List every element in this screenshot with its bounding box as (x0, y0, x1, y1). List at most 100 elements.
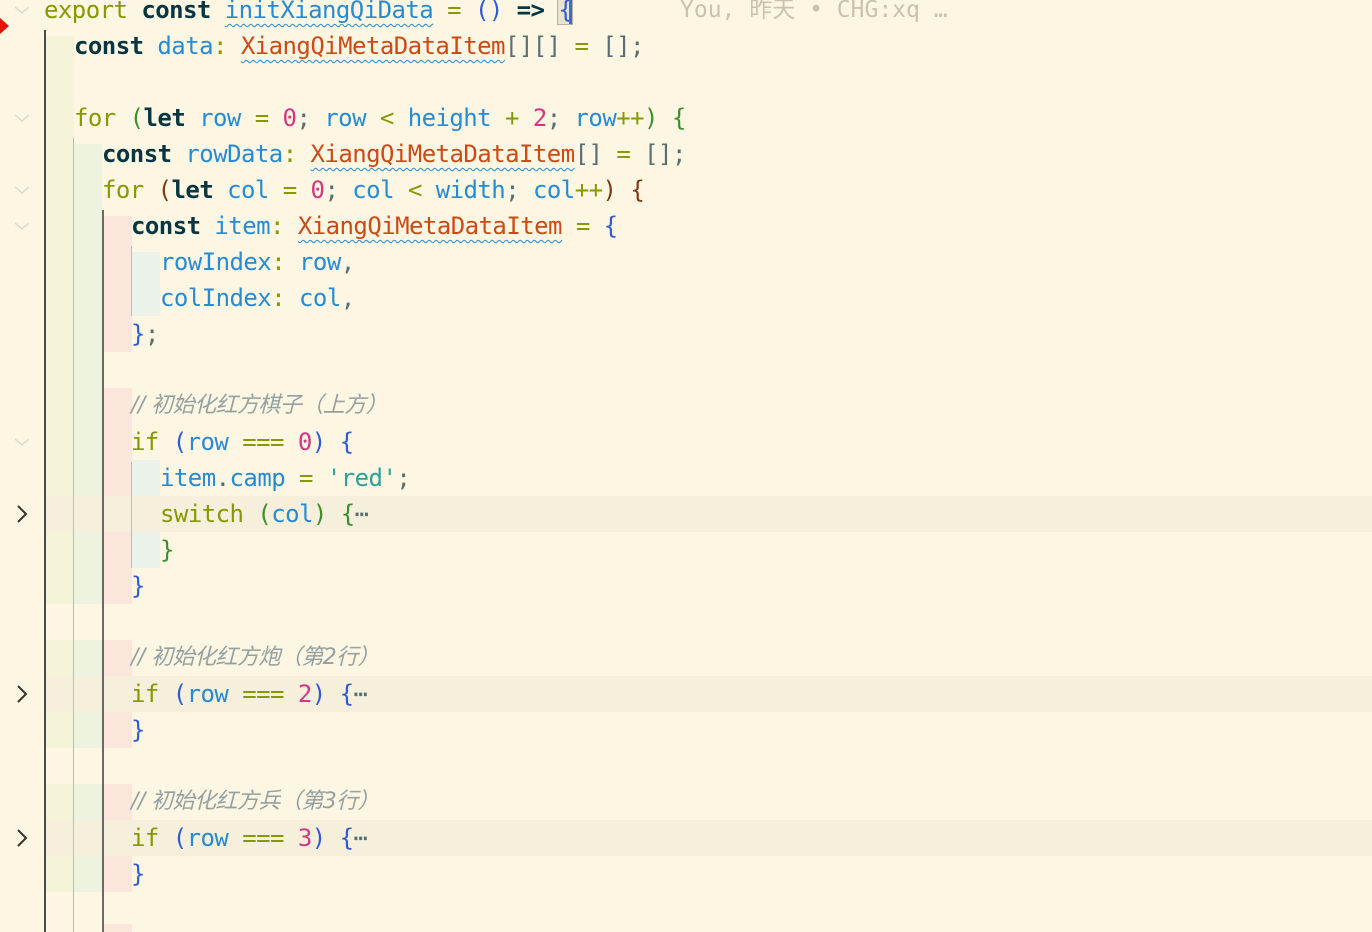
token: colIndex (160, 284, 272, 312)
token: ) (644, 104, 658, 132)
chevron-right-icon[interactable] (8, 676, 36, 712)
code-text: } (131, 712, 145, 748)
token: rowIndex (160, 248, 272, 276)
token: let (171, 176, 214, 204)
code-line-24[interactable]: if (row === 3) {⋯ (0, 820, 1372, 856)
token: { (671, 104, 686, 132)
code-line-2[interactable]: const data: XiangQiMetaDataItem[][] = []… (0, 28, 1372, 64)
code-line-9[interactable]: colIndex: col, (0, 280, 1372, 316)
code-line-21[interactable]: } (0, 712, 1372, 748)
code-line-15[interactable]: switch (col) {⋯ (0, 496, 1372, 532)
token: row (186, 428, 229, 456)
code-line-4[interactable]: for (let row = 0; row < height + 2; row+… (0, 100, 1372, 136)
code-line-20[interactable]: if (row === 2) {⋯ (0, 676, 1372, 712)
token: const (102, 140, 172, 168)
token: camp (229, 464, 286, 492)
code-text: for (let row = 0; row < height + 2; row+… (74, 100, 686, 136)
code-line-10[interactable]: }; (0, 316, 1372, 352)
code-line-6[interactable]: for (let col = 0; col < width; col++) { (0, 172, 1372, 208)
token: ; (144, 320, 159, 348)
token: row (574, 104, 617, 132)
token: < (407, 176, 422, 204)
code-line-19[interactable]: // 初始化红方炮（第2行） (0, 640, 1372, 676)
token: 0 (282, 104, 297, 132)
code-text: colIndex: col, (160, 280, 355, 316)
git-blame-annotation[interactable]: You, 昨天 • CHG:xq … (680, 0, 948, 28)
code-text: } (131, 856, 145, 892)
token: ( (257, 500, 272, 528)
token: } (131, 320, 145, 348)
token: for (102, 176, 144, 204)
code-line-23[interactable]: // 初始化红方兵（第3行） (0, 784, 1372, 820)
gutter (0, 208, 44, 244)
token: switch (160, 500, 244, 528)
token: const (131, 212, 201, 240)
code-text: const rowData: XiangQiMetaDataItem[] = [… (102, 136, 686, 172)
token: , (340, 248, 355, 276)
token: { (603, 212, 618, 240)
code-line-5[interactable]: const rowData: XiangQiMetaDataItem[] = [… (0, 136, 1372, 172)
code-line-17[interactable]: } (0, 568, 1372, 604)
type-name: XiangQiMetaDataItem (240, 32, 506, 60)
token: if (131, 428, 159, 456)
code-text: }; (131, 316, 159, 352)
token: === (242, 824, 284, 852)
token: : (271, 248, 286, 276)
token: } (160, 536, 174, 564)
token: = (616, 140, 631, 168)
token: . (215, 464, 230, 492)
code-line-12[interactable]: // 初始化红方棋子（上方） (0, 388, 1372, 424)
token: ( (172, 428, 187, 456)
code-line-13[interactable]: if (row === 0) { (0, 424, 1372, 460)
token: : (271, 284, 286, 312)
token: height (407, 104, 492, 132)
chevron-down-icon[interactable] (8, 172, 36, 208)
chevron-down-icon[interactable] (8, 424, 36, 460)
code-text: const data: XiangQiMetaDataItem[][] = []… (74, 28, 644, 64)
chevron-down-icon[interactable] (8, 0, 36, 28)
token: ; (505, 176, 520, 204)
token: [] (574, 140, 603, 168)
token: row (186, 824, 229, 852)
gutter (0, 172, 44, 208)
token: ) (602, 176, 617, 204)
token: ; (546, 104, 561, 132)
code-comment: // 初始化红方兵（第3行） (131, 789, 380, 814)
code-text: switch (col) {⋯ (160, 496, 369, 532)
token: [][] (504, 32, 561, 60)
text-cursor (569, 0, 573, 25)
token: === (242, 428, 284, 456)
code-line-8[interactable]: rowIndex: row, (0, 244, 1372, 280)
chevron-down-icon[interactable] (8, 208, 36, 244)
token: row (186, 680, 229, 708)
chevron-right-icon[interactable] (8, 820, 36, 856)
chevron-down-icon[interactable] (8, 100, 36, 136)
token: = (574, 32, 589, 60)
code-text: if (row === 3) {⋯ (131, 820, 368, 856)
token: => (516, 0, 545, 24)
token: () (474, 0, 503, 24)
code-editor[interactable]: export const initXiangQiData = () => { Y… (0, 0, 1372, 932)
token: row (199, 104, 241, 132)
token: let (143, 104, 186, 132)
code-line-16[interactable]: } (0, 532, 1372, 568)
chevron-right-icon[interactable] (8, 496, 36, 532)
token: 2 (297, 680, 312, 708)
folded-ellipsis-icon[interactable]: ⋯ (353, 824, 367, 852)
folded-ellipsis-icon[interactable]: ⋯ (353, 680, 367, 708)
code-text: } (160, 532, 174, 568)
token: = (254, 104, 269, 132)
folded-ellipsis-icon[interactable]: ⋯ (355, 500, 369, 528)
token: ( (157, 176, 172, 204)
code-text: export const initXiangQiData = () => { (44, 0, 574, 28)
token: ++ (616, 104, 645, 132)
code-line-7[interactable]: const item: XiangQiMetaDataItem = { (0, 208, 1372, 244)
code-line-25[interactable]: } (0, 856, 1372, 892)
code-line-1[interactable]: export const initXiangQiData = () => { Y… (0, 0, 1372, 28)
token: width (435, 176, 506, 204)
token: col (352, 176, 394, 204)
code-text: for (let col = 0; col < width; col++) { (102, 172, 645, 208)
gutter (0, 424, 44, 460)
token: + (505, 104, 519, 132)
code-line-14[interactable]: item.camp = 'red'; (0, 460, 1372, 496)
